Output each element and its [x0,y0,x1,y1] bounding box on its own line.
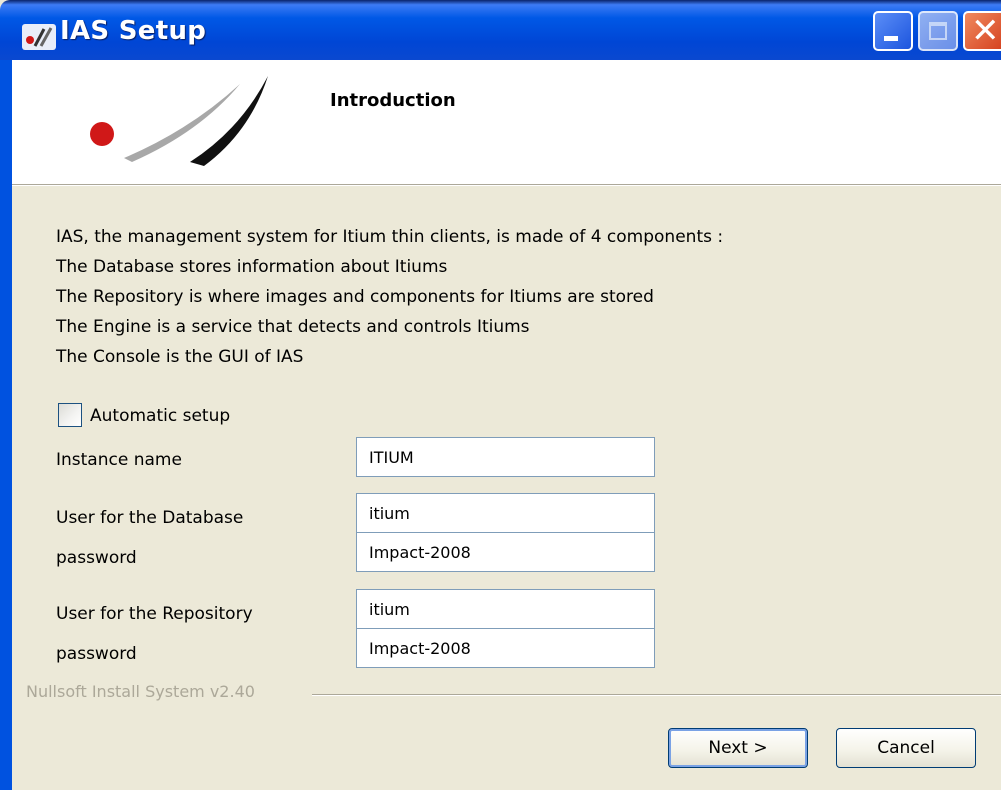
cancel-button[interactable]: Cancel [836,728,976,768]
header-separator [12,185,1001,186]
description-line: The Repository is where images and compo… [56,287,654,307]
repo-password-field[interactable] [356,628,655,668]
title-bar[interactable]: IAS Setup ✕ [0,0,1001,60]
close-button[interactable]: ✕ [963,11,1001,51]
window-left-border [0,60,12,790]
description: IAS, the management system for Itium thi… [56,222,723,372]
page-title: Introduction [330,90,456,111]
nsis-app-icon [22,24,56,50]
minimize-icon [884,36,898,41]
setup-window: IAS Setup ✕ Introduction IAS, the manage… [0,0,1001,790]
db-user-label: User for the Database [56,508,244,528]
branding-divider [312,694,1001,696]
close-icon: ✕ [971,11,1000,51]
maximize-button [918,11,958,51]
repo-user-label: User for the Repository [56,604,253,624]
window-title: IAS Setup [60,16,207,46]
ias-logo [90,76,268,166]
automatic-setup-label[interactable]: Automatic setup [90,402,230,430]
next-button[interactable]: Next > [668,728,808,768]
db-user-field[interactable] [356,493,655,533]
db-password-field[interactable] [356,532,655,572]
description-line: The Database stores information about It… [56,257,448,277]
description-line: The Engine is a service that detects and… [56,317,530,337]
instance-name-label: Instance name [56,450,182,470]
automatic-setup-checkbox[interactable] [58,403,82,427]
minimize-button[interactable] [873,11,913,51]
repo-password-label: password [56,644,137,664]
db-password-label: password [56,548,137,568]
maximize-icon [929,22,947,40]
instance-name-field[interactable] [356,437,655,477]
nsis-branding: Nullsoft Install System v2.40 [26,682,255,701]
description-line: The Console is the GUI of IAS [56,347,304,367]
description-line: IAS, the management system for Itium thi… [56,227,724,247]
repo-user-field[interactable] [356,589,655,629]
